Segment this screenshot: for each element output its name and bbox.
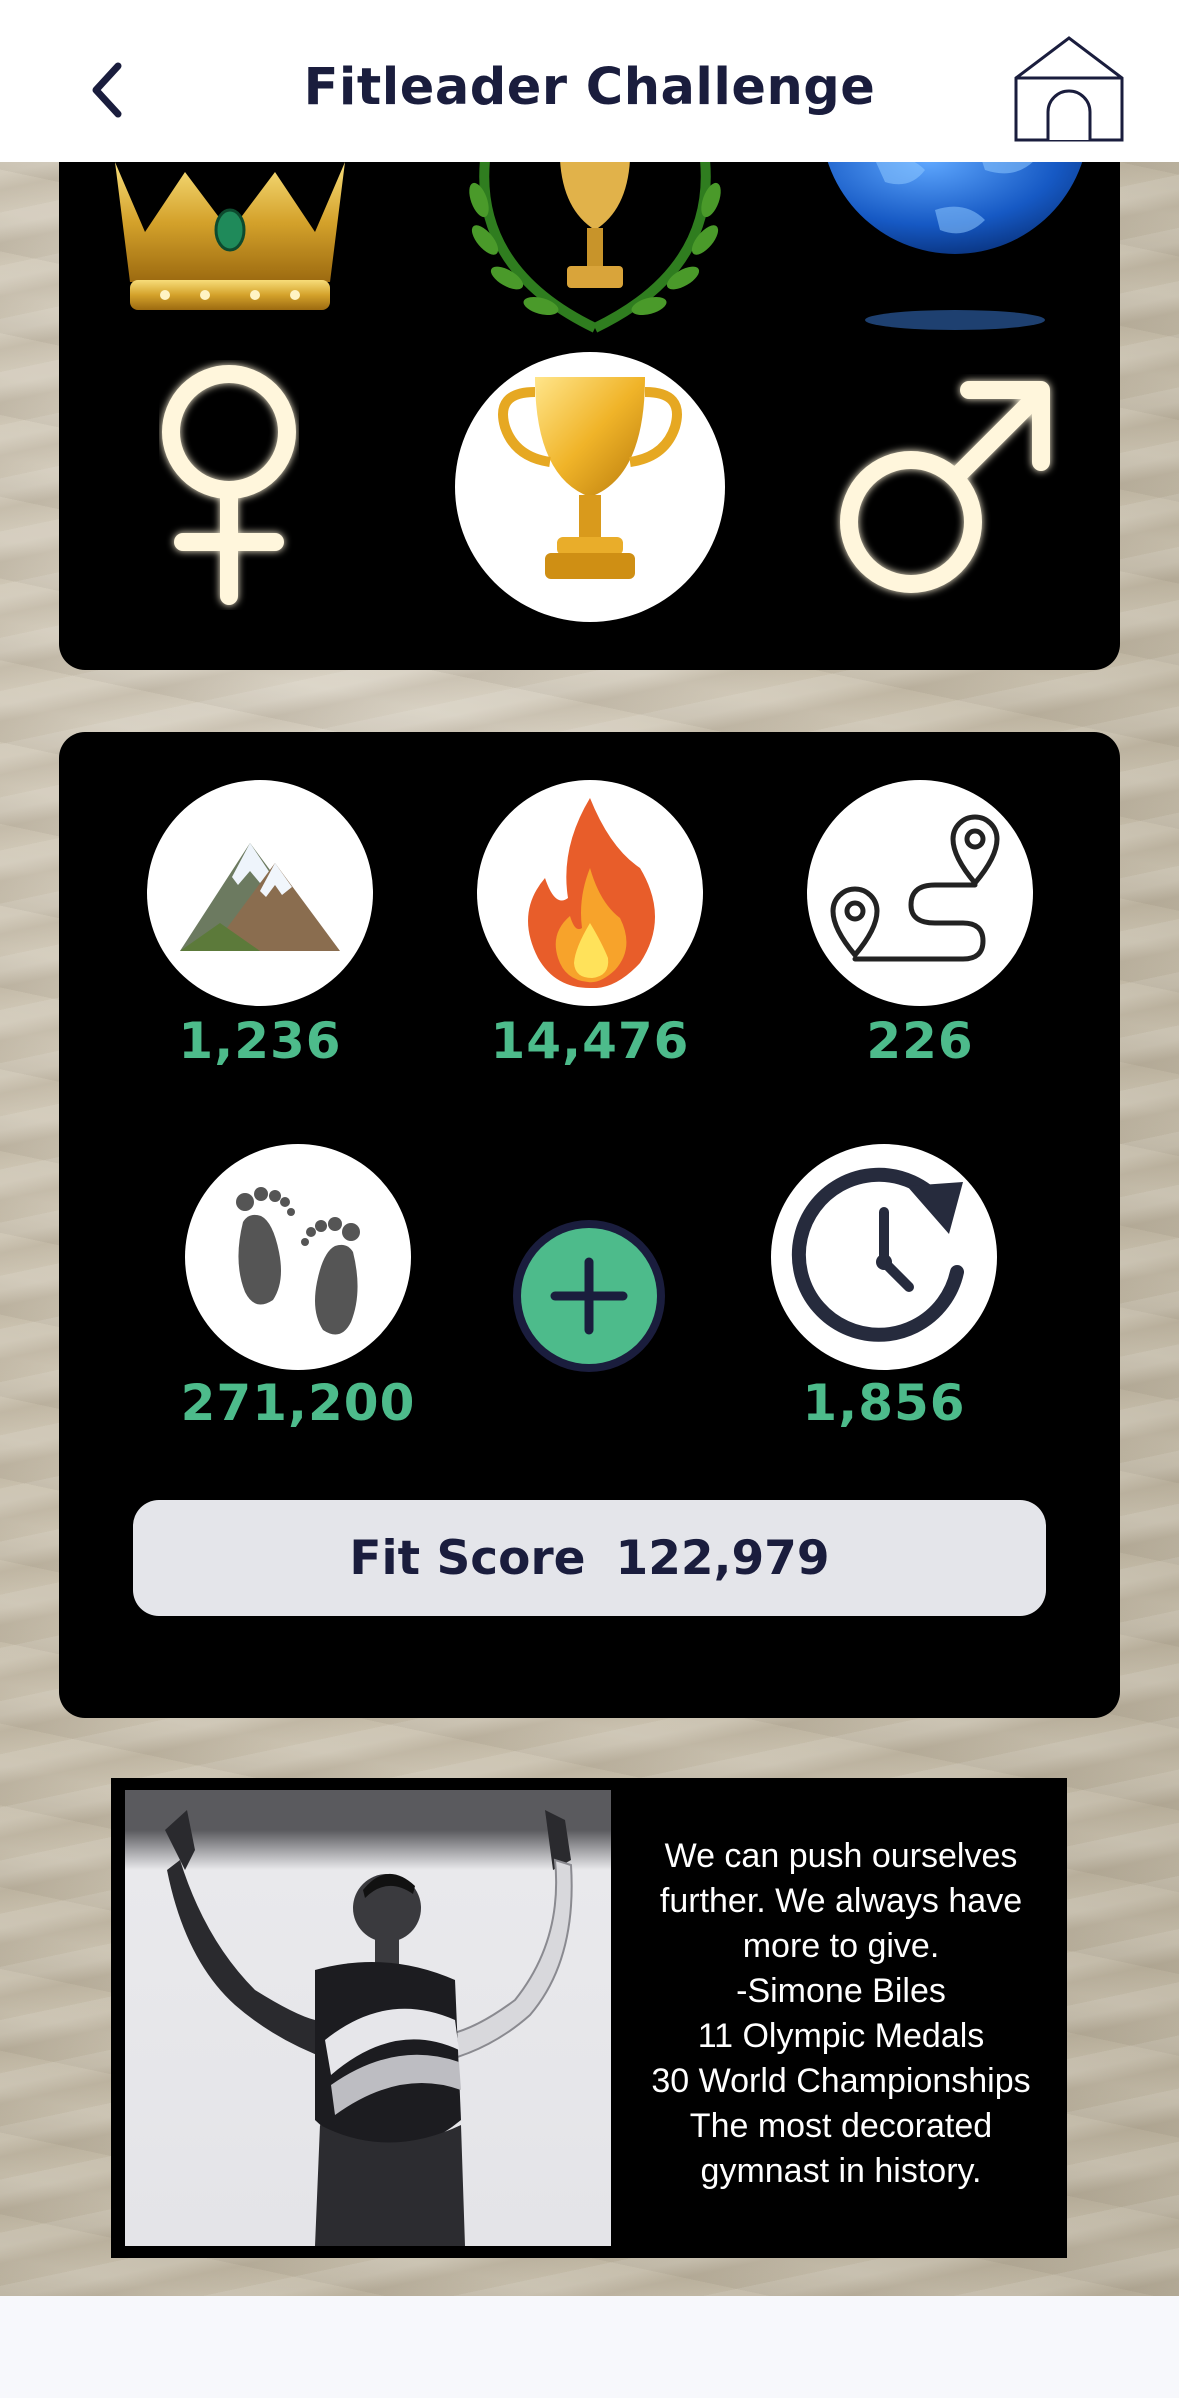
add-activity-button[interactable]	[513, 1220, 665, 1372]
calories-stat[interactable]	[477, 780, 703, 1006]
fit-score-value: 122,979	[615, 1530, 830, 1586]
plus-icon	[550, 1257, 628, 1335]
home-icon	[1014, 36, 1124, 142]
fit-score-label: Fit Score	[349, 1530, 586, 1586]
quote-line: The most decorated	[689, 2107, 993, 2145]
header-bar: Fitleader Challenge	[0, 0, 1179, 162]
home-button[interactable]	[1012, 34, 1126, 144]
laurel-trophy-icon[interactable]	[455, 160, 735, 340]
bottom-bar	[0, 2296, 1179, 2398]
footprints-icon	[236, 1187, 360, 1335]
page-title: Fitleader Challenge	[303, 58, 876, 117]
distance-stat[interactable]	[807, 780, 1033, 1006]
athlete-photo	[125, 1790, 611, 2246]
trophy-button[interactable]	[455, 352, 725, 622]
female-icon[interactable]	[129, 360, 329, 610]
quote-line: -Simone Biles	[736, 1972, 946, 2010]
quote-line: gymnast in history.	[700, 2152, 982, 2190]
elevation-value: 1,236	[178, 1012, 342, 1070]
mountain-icon	[180, 843, 340, 951]
distance-value: 226	[866, 1012, 974, 1070]
calories-value: 14,476	[490, 1012, 690, 1070]
fit-score-bar[interactable]: Fit Score 122,979	[133, 1500, 1046, 1616]
trophy-icon	[498, 377, 682, 579]
fire-icon	[528, 798, 655, 988]
minutes-value: 1,856	[802, 1374, 966, 1432]
quote-line: 11 Olympic Medals	[697, 2017, 985, 2055]
minutes-stat[interactable]	[771, 1144, 997, 1370]
quote-line: more to give.	[742, 1927, 940, 1965]
elevation-stat[interactable]	[147, 780, 373, 1006]
steps-value: 271,200	[180, 1374, 416, 1432]
category-panel	[59, 120, 1120, 670]
quote-card[interactable]: We can push ourselves further. We always…	[111, 1778, 1067, 2258]
male-icon[interactable]	[829, 374, 1059, 604]
quote-line: We can push ourselves	[664, 1837, 1018, 1875]
steps-stat[interactable]	[185, 1144, 411, 1370]
quote-line: further. We always have	[659, 1882, 1023, 1920]
quote-line: 30 World Championships	[651, 2062, 1031, 2100]
route-icon	[830, 814, 1000, 962]
clock-refresh-icon	[791, 1167, 964, 1342]
quote-text: We can push ourselves further. We always…	[621, 1834, 1061, 2194]
crown-icon[interactable]	[105, 162, 355, 332]
